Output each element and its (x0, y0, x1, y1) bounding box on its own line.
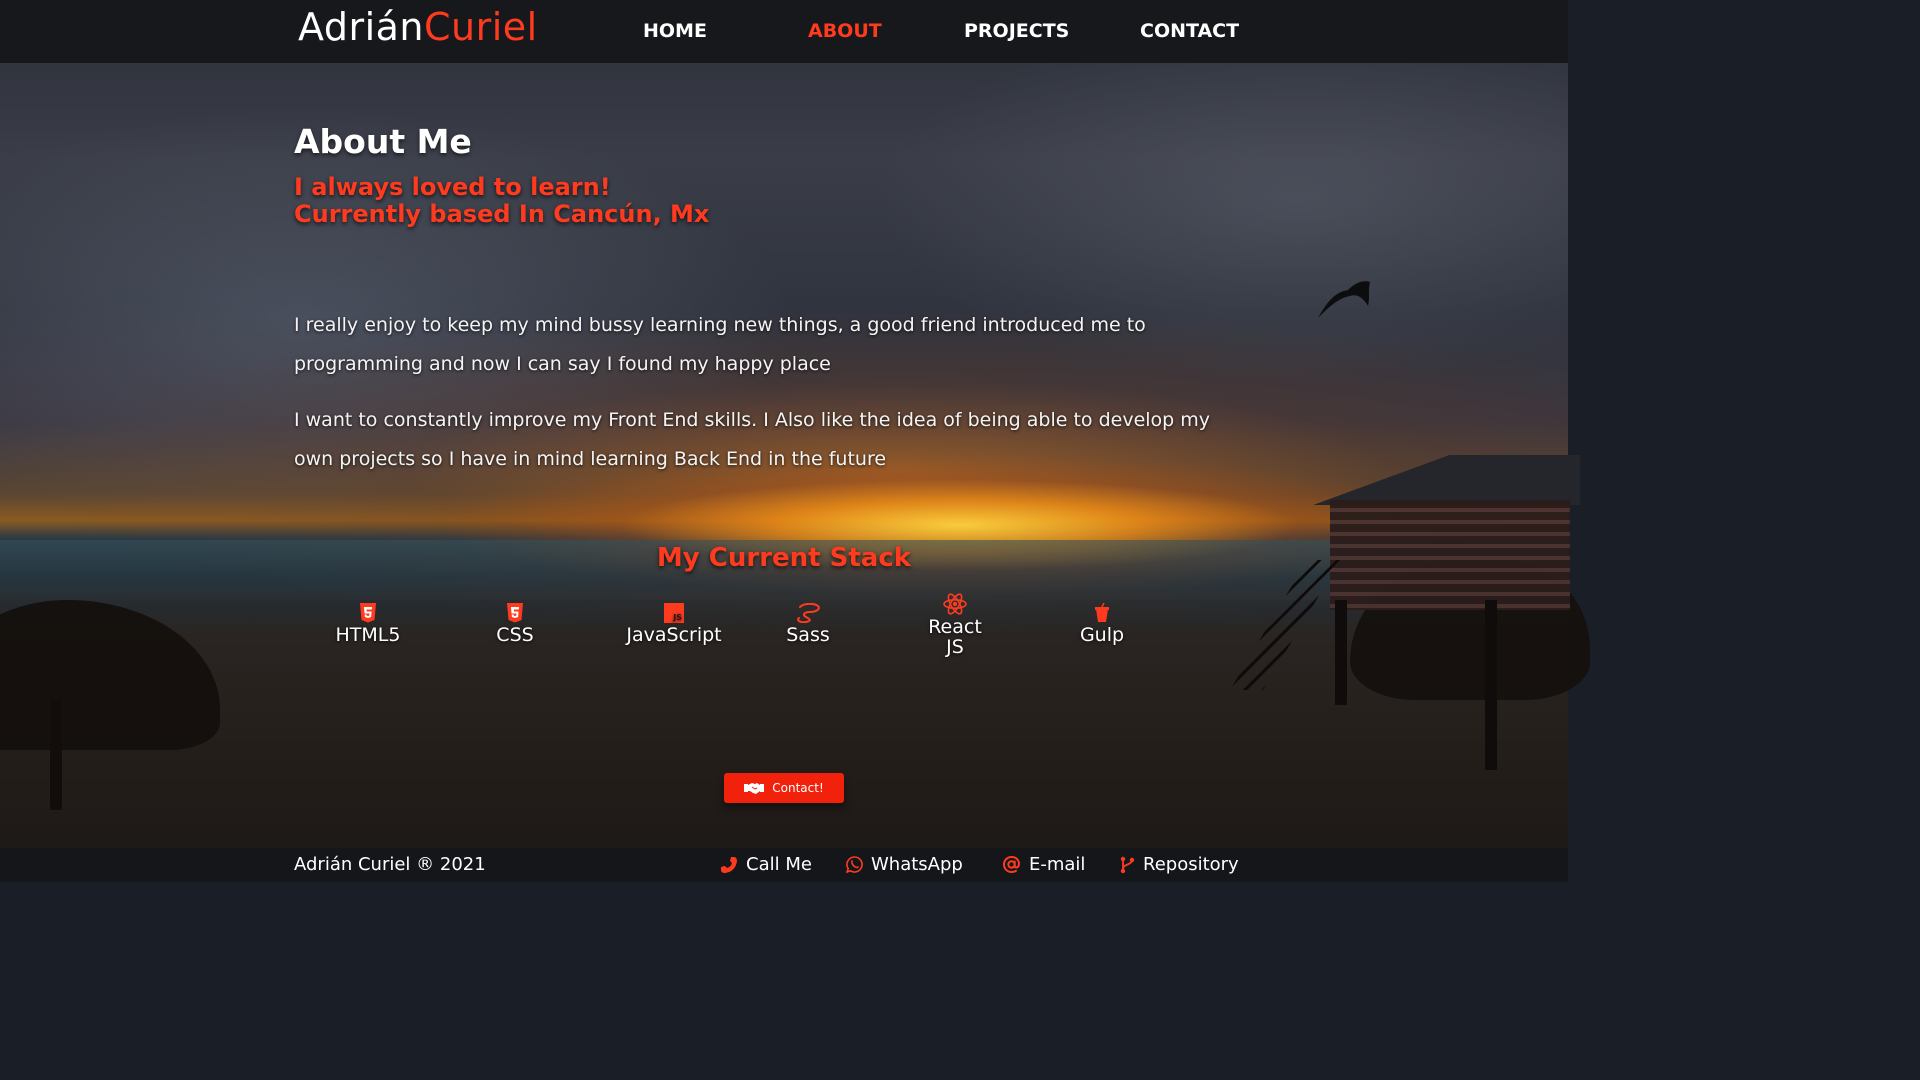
stack-label-css: CSS (496, 624, 534, 646)
footer-link-email[interactable]: E-mail (1002, 854, 1085, 875)
about-paragraph-2: I want to constantly improve my Front En… (294, 409, 1211, 470)
tagline-line-1: I always loved to learn! (294, 173, 611, 201)
tagline: I always loved to learn! Currently based… (294, 174, 709, 228)
nav-item-contact[interactable]: CONTACT (1140, 20, 1239, 42)
javascript-icon: JS (664, 603, 684, 623)
top-navbar: AdriánCuriel HOME ABOUT PROJECTS CONTACT (0, 0, 1568, 63)
nav-item-projects[interactable]: PROJECTS (964, 20, 1069, 42)
stack-label-html5: HTML5 (335, 624, 401, 646)
react-icon (943, 593, 967, 615)
handshake-icon (744, 783, 765, 794)
stack-item-css: CSS (445, 603, 585, 645)
git-branch-icon (1120, 856, 1135, 873)
nav-item-home[interactable]: HOME (643, 20, 707, 42)
footer-link-whatsapp[interactable]: WhatsApp (846, 854, 963, 875)
footer-link-label: Call Me (746, 854, 812, 875)
css3-icon (507, 603, 523, 623)
footer: Adrián Curiel ® 2021 Call Me WhatsApp E-… (0, 848, 1568, 882)
sass-icon (797, 603, 820, 623)
phone-icon (721, 856, 737, 873)
page-title: About Me (294, 122, 472, 161)
stack-label-react-line-1: React (928, 616, 982, 638)
footer-link-label: WhatsApp (871, 854, 963, 875)
tagline-line-2: Currently based In Cancún, Mx (294, 200, 710, 228)
stack-label-react-line-2: JS (946, 636, 964, 658)
stack-label-gulp: Gulp (1079, 624, 1125, 646)
contact-button[interactable]: Contact! (724, 773, 844, 803)
at-sign-icon (1002, 855, 1020, 874)
site-logo[interactable]: AdriánCuriel (298, 5, 538, 49)
logo-first-name: Adrián (298, 5, 424, 49)
html5-icon (360, 603, 376, 623)
footer-link-repository[interactable]: Repository (1120, 854, 1239, 875)
whatsapp-icon (846, 856, 863, 873)
about-section: About Me I always loved to learn! Curren… (0, 0, 1568, 882)
contact-button-label: Contact! (772, 781, 824, 795)
stack-item-html5: HTML5 (298, 603, 438, 645)
stack-label-sass: Sass (786, 624, 830, 646)
stack-label-javascript: JavaScript (626, 624, 722, 646)
about-paragraph-1: I really enjoy to keep my mind bussy lea… (294, 314, 1146, 375)
stack-item-gulp: Gulp (1032, 603, 1172, 645)
footer-link-call-me[interactable]: Call Me (720, 854, 812, 875)
stack-item-react: React JS (885, 593, 1025, 657)
copyright-text: Adrián Curiel ® 2021 (294, 854, 486, 875)
gulp-icon (1095, 603, 1109, 622)
logo-last-name: Curiel (424, 5, 538, 49)
nav-item-about[interactable]: ABOUT (808, 20, 882, 42)
footer-link-label: Repository (1143, 854, 1239, 875)
stack-item-sass: Sass (738, 603, 878, 645)
svg-text:JS: JS (672, 613, 682, 622)
footer-link-label: E-mail (1029, 854, 1086, 875)
stack-title: My Current Stack (656, 543, 912, 573)
stack-item-javascript: JS JavaScript (604, 603, 744, 645)
